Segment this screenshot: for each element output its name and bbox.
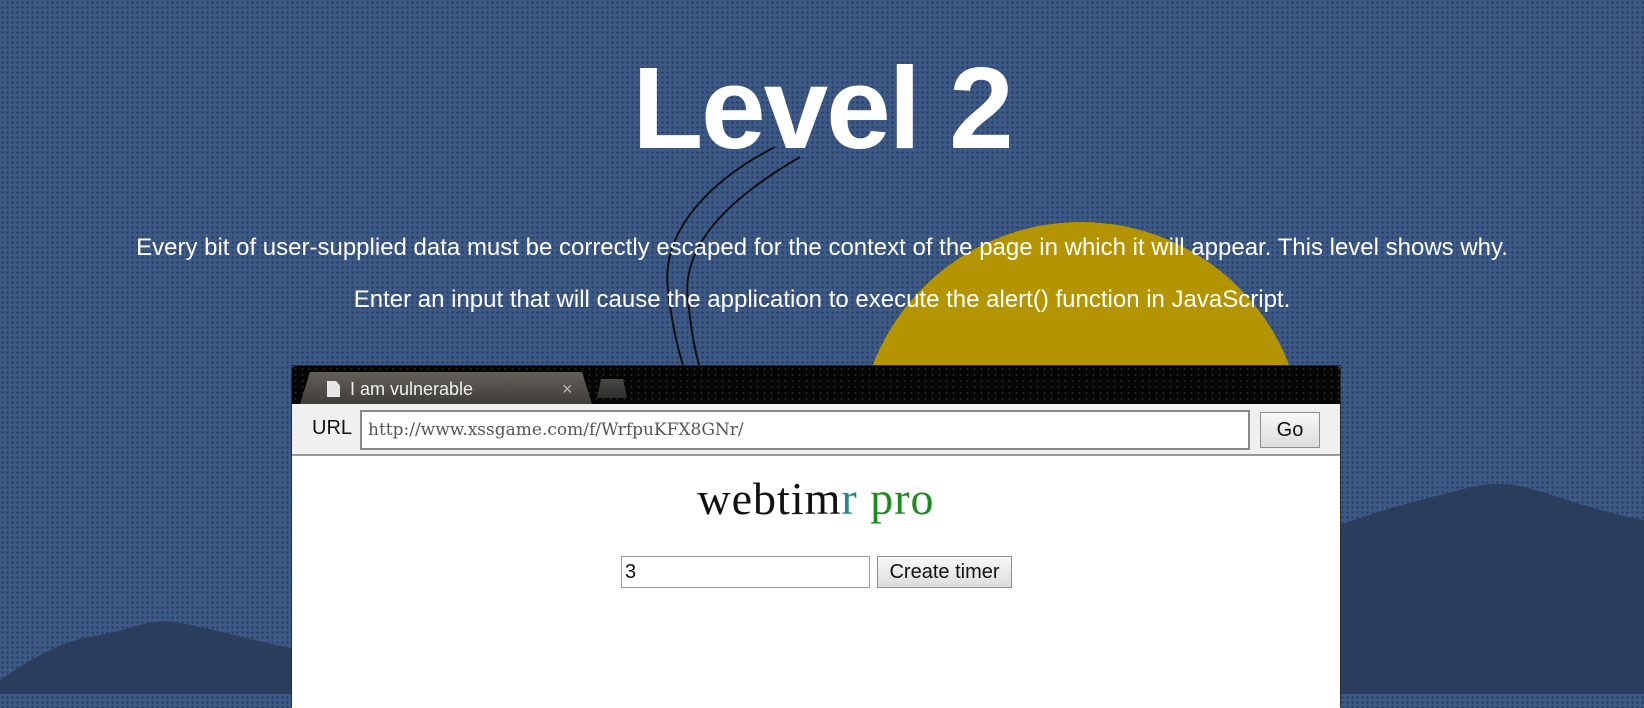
go-button[interactable]: Go (1260, 412, 1320, 448)
app-title: webtimr pro (292, 473, 1340, 525)
level-description: Every bit of user-supplied data must be … (136, 234, 1508, 261)
url-label: URL (312, 417, 353, 439)
app-title-part-1: webtim (697, 473, 842, 524)
url-input[interactable] (360, 410, 1250, 450)
page-title: Level 2 (632, 43, 1013, 173)
browser-window: I am vulnerable × URL Go webtimr pro Cre… (292, 366, 1340, 708)
tab-bar: I am vulnerable × (292, 366, 1340, 404)
timer-input[interactable] (621, 556, 870, 588)
document-icon (327, 381, 340, 397)
tab-label: I am vulnerable (350, 379, 474, 399)
close-icon[interactable]: × (562, 380, 573, 398)
page-content: webtimr pro Create timer (292, 456, 1340, 708)
new-tab-icon[interactable] (597, 379, 627, 398)
browser-tab[interactable]: I am vulnerable × (300, 372, 592, 404)
address-bar: URL Go (292, 404, 1340, 456)
app-title-part-2: r (841, 473, 858, 524)
level-instructions: Enter an input that will cause the appli… (353, 286, 1291, 313)
app-title-part-3: pro (857, 473, 935, 524)
create-timer-button[interactable]: Create timer (877, 556, 1012, 588)
